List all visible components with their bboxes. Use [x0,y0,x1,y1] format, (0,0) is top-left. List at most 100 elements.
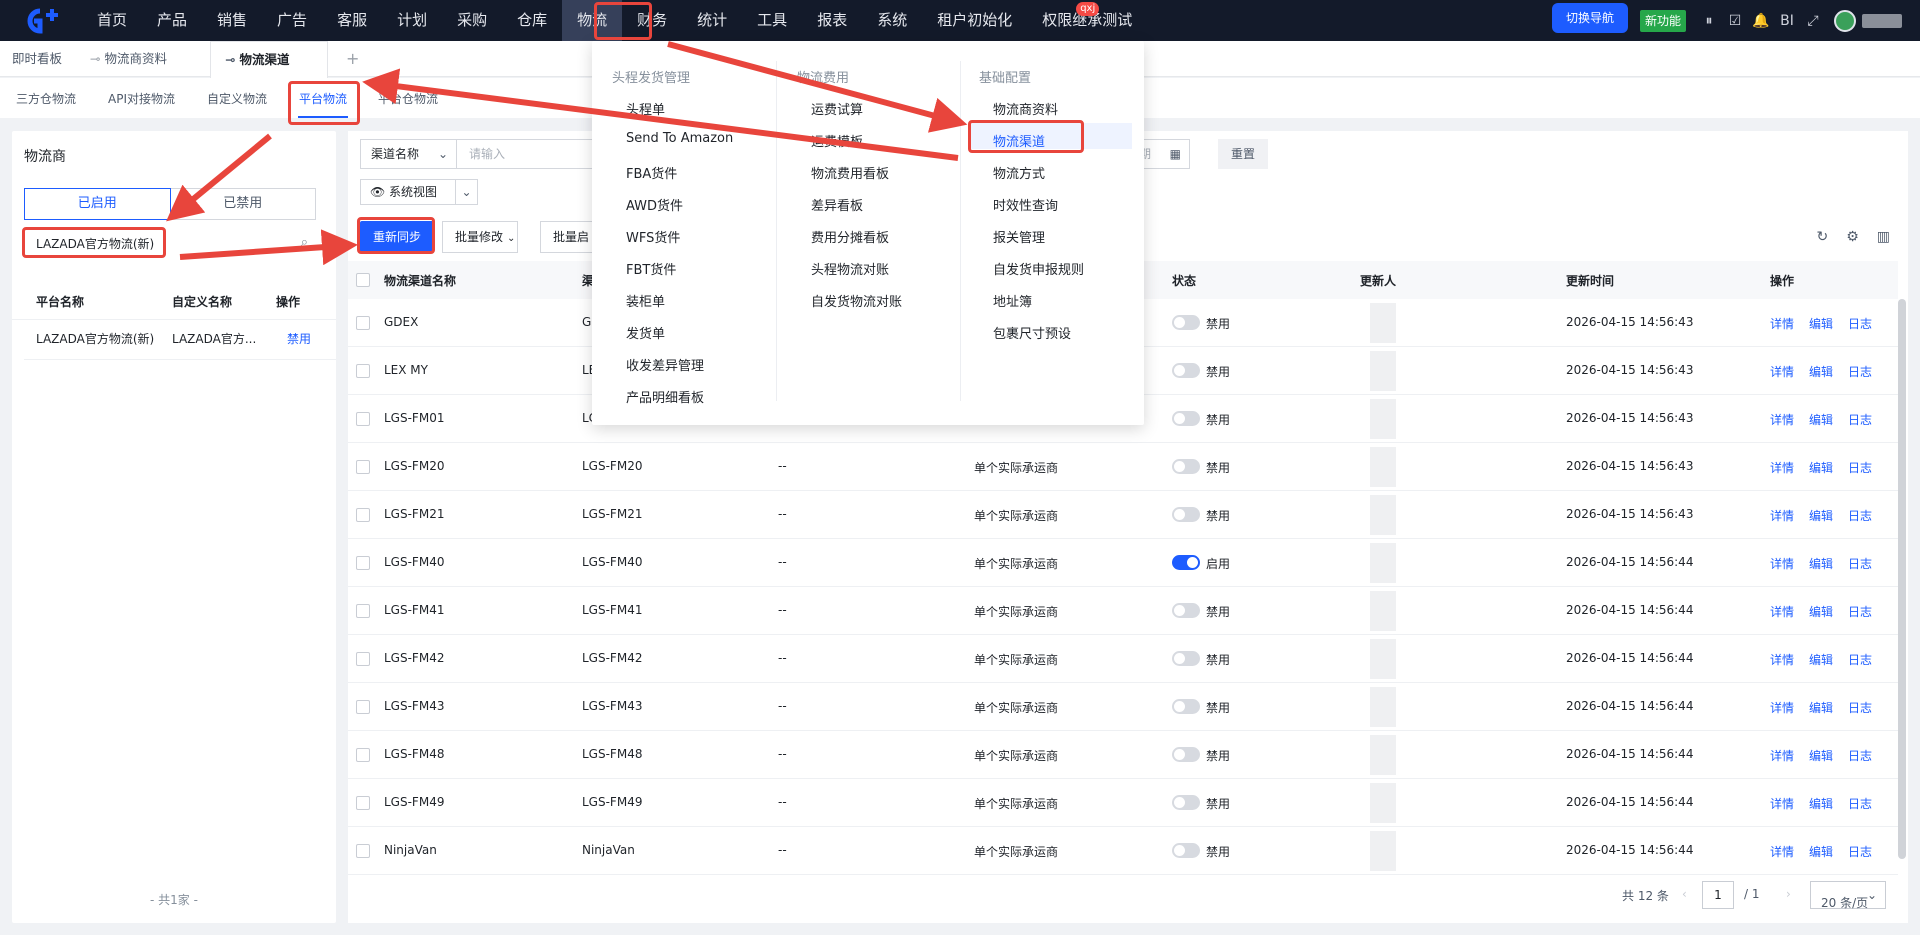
filter-field-select[interactable]: 渠道名称 ⌄ [360,139,456,169]
edit-link[interactable]: 编辑 [1809,699,1833,716]
page-input[interactable]: 1 [1702,881,1734,909]
edit-link[interactable]: 编辑 [1809,507,1833,524]
menu-item[interactable]: 时效性查询 [993,195,1058,214]
table-row[interactable]: LGS-FM43 LGS-FM43 -- 单个实际承运商 禁用 2026-04-15 14… [348,683,1898,731]
batch-enable-button[interactable]: 批量启用 [540,221,592,274]
status-toggle[interactable] [1172,747,1200,762]
table-row[interactable]: NinjaVan NinjaVan -- 单个实际承运商 禁用 2026-04-15 14… [348,827,1898,875]
search-icon[interactable]: ⌕ [301,235,308,250]
menu-item[interactable]: 物流商资料 [993,99,1058,118]
page-size-select[interactable]: 20 条/页 ⌄ [1810,881,1886,910]
pause-icon[interactable]: ⏸ [1696,13,1722,29]
batch-modify-button[interactable]: 批量修改 ⌄ [442,221,518,253]
tab-logistics-channel[interactable]: ⊸ 物流渠道 [210,41,328,78]
status-toggle[interactable] [1172,411,1200,426]
log-link[interactable]: 日志 [1848,747,1872,764]
status-toggle[interactable] [1172,843,1200,858]
status-toggle[interactable] [1172,507,1200,522]
status-toggle[interactable] [1172,555,1200,570]
nav-item[interactable]: 销售 [202,0,262,41]
status-toggle[interactable] [1172,795,1200,810]
menu-item[interactable]: 运费模板 [811,131,863,150]
switch-nav-button[interactable]: 切换导航 [1551,2,1628,33]
row-checkbox[interactable] [356,316,370,330]
check-square-icon[interactable]: ☑ [1722,13,1748,29]
row-checkbox[interactable] [356,412,370,426]
subtab-platform-warehouse[interactable]: 平台仓物流 [378,90,438,107]
menu-item[interactable]: 地址簿 [993,291,1032,310]
menu-item[interactable]: 装柜单 [626,291,665,310]
menu-item[interactable]: 物流方式 [993,163,1045,182]
user-name-redacted[interactable] [1862,13,1902,28]
table-scrollbar[interactable] [1898,299,1906,859]
detail-link[interactable]: 详情 [1770,411,1794,428]
menu-item[interactable]: 头程单 [626,99,665,118]
detail-link[interactable]: 详情 [1770,843,1794,860]
segment-disabled[interactable]: 已禁用 [170,188,316,220]
menu-item[interactable]: FBA货件 [626,163,677,182]
detail-link[interactable]: 详情 [1770,507,1794,524]
filter-input[interactable]: 请输入 [456,139,606,169]
row-checkbox[interactable] [356,796,370,810]
detail-link[interactable]: 详情 [1770,699,1794,716]
row-checkbox[interactable] [356,364,370,378]
menu-item[interactable]: 费用分摊看板 [811,227,889,246]
menu-item[interactable]: 产品明细看板 [626,387,704,406]
prev-page-icon[interactable]: ‹ [1682,887,1687,901]
menu-item[interactable]: 运费试算 [811,99,863,118]
subtab-custom[interactable]: 自定义物流 [207,90,267,107]
menu-item[interactable]: 物流费用看板 [811,163,889,182]
nav-item[interactable]: 系统 [862,0,922,41]
table-row[interactable]: LGS-FM20 LGS-FM20 -- 单个实际承运商 禁用 2026-04-15 14… [348,443,1898,491]
nav-item[interactable]: 产品 [142,0,202,41]
edit-link[interactable]: 编辑 [1809,747,1833,764]
table-row[interactable]: LGS-FM49 LGS-FM49 -- 单个实际承运商 禁用 2026-04-15 14… [348,779,1898,827]
detail-link[interactable]: 详情 [1770,603,1794,620]
menu-item[interactable]: 收发差异管理 [626,355,704,374]
nav-item[interactable]: qxj 权限继承测试 [1027,0,1147,41]
nav-item[interactable]: 广告 [262,0,322,41]
reset-button[interactable]: 重置 [1218,139,1268,169]
nav-item[interactable]: 首页 [82,0,142,41]
menu-item[interactable]: 报关管理 [993,227,1045,246]
edit-link[interactable]: 编辑 [1809,603,1833,620]
detail-link[interactable]: 详情 [1770,747,1794,764]
app-logo[interactable] [18,7,62,35]
nav-item[interactable]: 计划 [382,0,442,41]
menu-item[interactable]: FBT货件 [626,259,676,278]
row-checkbox[interactable] [356,700,370,714]
detail-link[interactable]: 详情 [1770,555,1794,572]
edit-link[interactable]: 编辑 [1809,555,1833,572]
add-tab-icon[interactable]: + [346,41,359,77]
edit-link[interactable]: 编辑 [1809,651,1833,668]
next-page-icon[interactable]: › [1786,887,1791,901]
refresh-icon[interactable]: ↻ [1816,229,1828,245]
fullscreen-icon[interactable]: ⤢ [1800,13,1826,29]
log-link[interactable]: 日志 [1848,603,1872,620]
columns-icon[interactable]: ▥ [1877,229,1890,245]
status-toggle[interactable] [1172,603,1200,618]
log-link[interactable]: 日志 [1848,315,1872,332]
table-row[interactable]: LGS-FM42 LGS-FM42 -- 单个实际承运商 禁用 2026-04-15 14… [348,635,1898,683]
tab-instant-board[interactable]: 即时看板 [12,41,62,77]
edit-link[interactable]: 编辑 [1809,795,1833,812]
menu-item[interactable]: 自发货物流对账 [811,291,902,310]
nav-item[interactable]: 报表 [802,0,862,41]
menu-item[interactable]: 自发货申报规则 [993,259,1084,278]
detail-link[interactable]: 详情 [1770,363,1794,380]
detail-link[interactable]: 详情 [1770,651,1794,668]
detail-link[interactable]: 详情 [1770,459,1794,476]
nav-item[interactable]: 采购 [442,0,502,41]
segment-enabled[interactable]: 已启用 [24,188,171,220]
menu-item[interactable]: Send To Amazon [626,131,733,146]
menu-item[interactable]: WFS货件 [626,227,680,246]
nav-item[interactable]: 工具 [742,0,802,41]
settings-icon[interactable]: ⚙ [1846,229,1859,245]
bell-icon[interactable]: 🔔 [1748,13,1774,29]
status-toggle[interactable] [1172,459,1200,474]
row-checkbox[interactable] [356,460,370,474]
row-checkbox[interactable] [356,748,370,762]
menu-item[interactable]: 包裹尺寸预设 [993,323,1071,342]
log-link[interactable]: 日志 [1848,843,1872,860]
new-feature-button[interactable]: 新功能 [1639,9,1686,32]
